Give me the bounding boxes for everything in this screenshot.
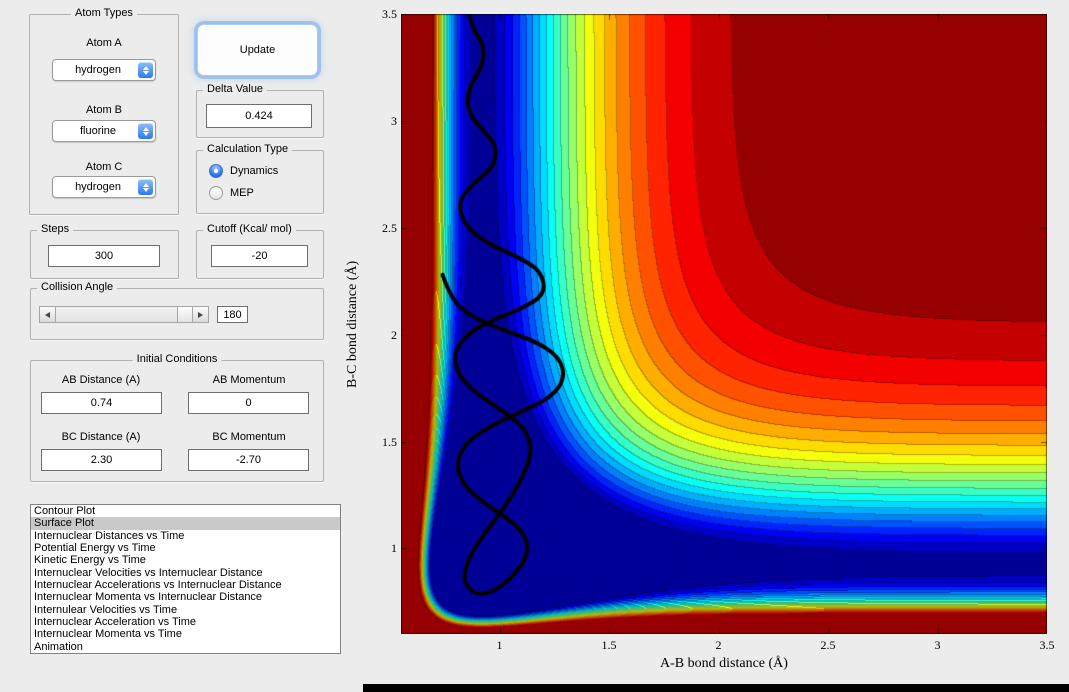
list-item[interactable]: Internuclear Momenta vs Time xyxy=(31,628,340,640)
popup-arrows-icon[interactable] xyxy=(138,179,153,195)
ab-momentum-field[interactable]: 0 xyxy=(188,392,309,414)
cutoff-title: Cutoff (Kcal/ mol) xyxy=(203,223,296,235)
update-button[interactable]: Update xyxy=(197,24,318,76)
collision-angle-slider[interactable] xyxy=(39,306,209,323)
radio-dynamics-label: Dynamics xyxy=(230,165,279,177)
atom-b-dropdown[interactable]: fluorine xyxy=(52,120,156,142)
atom-a-dropdown[interactable]: hydrogen xyxy=(52,59,156,81)
list-item[interactable]: Internuclear Momenta vs Internuclear Dis… xyxy=(31,591,340,603)
list-item[interactable]: Animation xyxy=(31,641,340,653)
cutoff-field[interactable]: -20 xyxy=(211,245,308,267)
calculation-type-panel: Calculation Type Dynamics MEP xyxy=(196,143,324,214)
collision-angle-title: Collision Angle xyxy=(37,281,118,293)
bc-distance-field[interactable]: 2.30 xyxy=(41,449,162,471)
calculation-type-title: Calculation Type xyxy=(203,143,293,155)
window-bottom-edge xyxy=(363,684,1069,692)
list-item[interactable]: Potential Energy vs Time xyxy=(31,542,340,554)
collision-angle-field[interactable]: 180 xyxy=(217,306,248,323)
slider-left-arrow-icon[interactable] xyxy=(40,307,56,322)
ab-distance-label: AB Distance (A) xyxy=(61,374,141,386)
list-item[interactable]: Contour Plot xyxy=(31,505,340,517)
steps-field[interactable]: 300 xyxy=(48,245,160,267)
radio-mep[interactable]: MEP xyxy=(209,185,254,201)
y-tick-label: 1.5 xyxy=(382,434,397,449)
popup-arrows-icon[interactable] xyxy=(138,123,153,139)
list-item[interactable]: Internulear Velocities vs Time xyxy=(31,604,340,616)
atom-c-label: Atom C xyxy=(85,161,123,173)
initial-conditions-panel: Initial Conditions AB Distance (A) AB Mo… xyxy=(30,353,324,482)
x-axis-label: A-B bond distance (Å) xyxy=(660,656,788,671)
y-tick-label: 2.5 xyxy=(382,220,397,235)
app-window: { "window": { "background_color": "#ecec… xyxy=(0,0,1069,692)
slider-thumb[interactable] xyxy=(177,307,193,322)
delta-value-field[interactable]: 0.424 xyxy=(206,104,312,128)
cutoff-panel: Cutoff (Kcal/ mol) -20 xyxy=(196,223,324,279)
delta-value-title: Delta Value xyxy=(203,83,268,95)
pes-contour-canvas xyxy=(401,14,1047,634)
x-tick-label: 1.5 xyxy=(601,638,617,652)
x-tick-label: 1 xyxy=(496,638,503,652)
x-tick-label: 2.5 xyxy=(820,638,836,652)
steps-panel: Steps 300 xyxy=(30,223,179,279)
bc-momentum-label: BC Momentum xyxy=(212,431,286,443)
radio-dynamics[interactable]: Dynamics xyxy=(209,163,278,179)
atom-types-panel: Atom Types Atom A hydrogen Atom B fluori… xyxy=(29,7,179,215)
radio-button-icon[interactable] xyxy=(209,186,223,200)
list-item[interactable]: Internuclear Acceleration vs Time xyxy=(31,616,340,628)
atom-a-label: Atom A xyxy=(86,37,122,49)
list-item[interactable]: Internuclear Accelerations vs Internucle… xyxy=(31,579,340,591)
initial-conditions-title: Initial Conditions xyxy=(132,353,222,365)
y-tick-label: 2 xyxy=(391,327,397,342)
plot-type-listbox[interactable]: Contour Plot Surface Plot Internuclear Dis… xyxy=(30,504,341,654)
list-item[interactable]: Kinetic Energy vs Time xyxy=(31,554,340,566)
x-tick-label: 3 xyxy=(934,638,941,652)
ab-momentum-label: AB Momentum xyxy=(212,374,286,386)
ab-distance-field[interactable]: 0.74 xyxy=(41,392,162,414)
list-item[interactable]: Internuclear Velocities vs Internuclear … xyxy=(31,567,340,579)
y-tick-label: 3.5 xyxy=(382,7,397,21)
y-tick-label: 3 xyxy=(391,113,397,128)
bc-momentum-field[interactable]: -2.70 xyxy=(188,449,309,471)
steps-title: Steps xyxy=(37,223,74,235)
radio-mep-label: MEP xyxy=(230,187,254,199)
collision-angle-panel: Collision Angle 180 xyxy=(30,281,324,340)
bc-distance-label: BC Distance (A) xyxy=(61,431,141,443)
popup-arrows-icon[interactable] xyxy=(138,62,153,78)
x-tick-label: 3.5 xyxy=(1039,638,1055,652)
plot-area: A-B bond distance (Å) B-C bond distance … xyxy=(345,7,1055,671)
delta-value-panel: Delta Value 0.424 xyxy=(196,83,324,138)
list-item[interactable]: Internuclear Distances vs Time xyxy=(31,530,340,542)
radio-button-icon[interactable] xyxy=(209,164,223,178)
x-tick-label: 2 xyxy=(715,638,722,652)
y-tick-label: 1 xyxy=(391,541,397,556)
atom-b-label: Atom B xyxy=(85,104,123,116)
atom-types-title: Atom Types xyxy=(71,7,137,19)
update-button-label: Update xyxy=(239,44,276,56)
atom-c-dropdown[interactable]: hydrogen xyxy=(52,176,156,198)
slider-right-arrow-icon[interactable] xyxy=(192,307,208,322)
y-axis-label: B-C bond distance (Å) xyxy=(345,260,360,388)
list-item[interactable]: Surface Plot xyxy=(31,517,340,530)
